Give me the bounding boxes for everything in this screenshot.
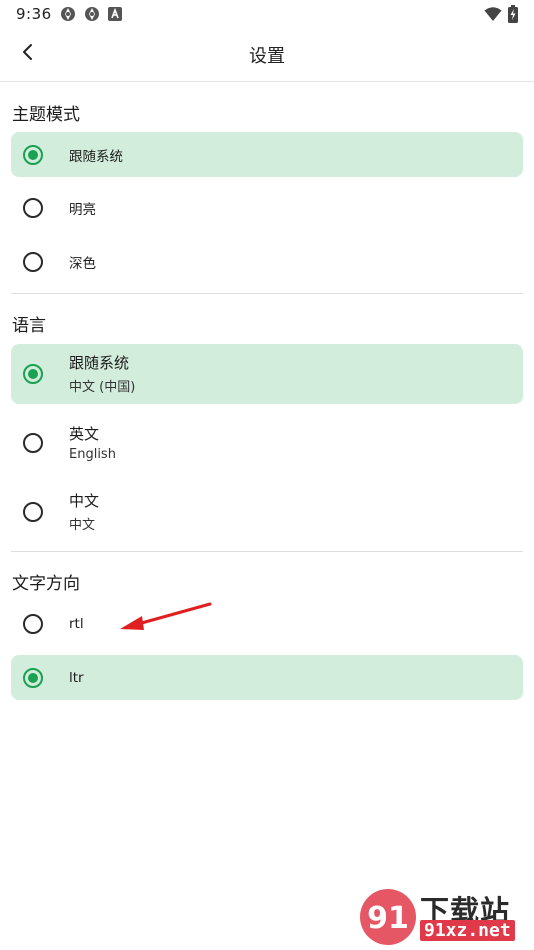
language-option-follow-system[interactable]: 跟随系统 中文 (中国) bbox=[11, 343, 523, 404]
option-label: ltr bbox=[69, 669, 84, 686]
annotation-arrow bbox=[120, 602, 212, 630]
settings-screen: 9:36 设置 主题模式 跟随系统 明亮 深色 语言 跟随系统 中文 (中国) … bbox=[0, 0, 534, 950]
chevron-left-icon bbox=[19, 43, 37, 65]
option-label: rtl bbox=[69, 616, 84, 632]
direction-options: rtl ltr bbox=[11, 602, 523, 709]
theme-options: 跟随系统 明亮 深色 bbox=[11, 132, 523, 293]
radio-selected-dot bbox=[28, 672, 38, 683]
option-label: 跟随系统 bbox=[69, 148, 123, 165]
status-right bbox=[484, 5, 518, 23]
option-sublabel: 中文 (中国) bbox=[69, 380, 136, 395]
theme-option-light[interactable]: 明亮 bbox=[11, 186, 523, 231]
watermark: 91 下载站 91xz.net bbox=[358, 886, 530, 948]
radio-selected-dot bbox=[28, 149, 38, 160]
option-text: 跟随系统 中文 (中国) bbox=[69, 352, 135, 395]
aperture-icon bbox=[84, 6, 100, 22]
option-label: 英文 bbox=[69, 425, 100, 443]
language-option-chinese[interactable]: 中文 中文 bbox=[11, 482, 523, 542]
back-button[interactable] bbox=[10, 36, 46, 72]
svg-text:91: 91 bbox=[367, 901, 409, 936]
font-a-icon bbox=[107, 6, 124, 22]
settings-content: 主题模式 跟随系统 明亮 深色 语言 跟随系统 中文 (中国) 英文 Engli… bbox=[11, 82, 523, 709]
radio-button[interactable] bbox=[23, 251, 43, 272]
radio-button[interactable] bbox=[23, 198, 43, 218]
section-header-text-direction: 文字方向 bbox=[12, 574, 80, 594]
battery-charging-icon bbox=[508, 5, 518, 23]
theme-option-follow-system[interactable]: 跟随系统 bbox=[11, 132, 523, 177]
option-text: 中文 中文 bbox=[69, 490, 99, 533]
option-label: 跟随系统 bbox=[69, 354, 130, 372]
status-bar: 9:36 bbox=[0, 0, 534, 28]
language-option-english[interactable]: 英文 English bbox=[11, 413, 523, 473]
radio-button[interactable] bbox=[23, 144, 43, 165]
app-bar: 设置 bbox=[0, 28, 534, 82]
status-left: 9:36 bbox=[16, 5, 124, 23]
status-time: 9:36 bbox=[16, 5, 52, 23]
section-header-language: 语言 bbox=[12, 316, 46, 336]
theme-option-dark[interactable]: 深色 bbox=[11, 239, 523, 284]
section-header-theme: 主题模式 bbox=[12, 104, 80, 125]
wifi-icon bbox=[484, 6, 502, 22]
radio-selected-dot bbox=[28, 368, 38, 379]
option-sublabel: English bbox=[69, 447, 116, 462]
aperture-icon bbox=[60, 6, 76, 22]
watermark-logo-icon: 91 bbox=[360, 889, 416, 945]
radio-button[interactable] bbox=[23, 614, 43, 634]
direction-option-ltr[interactable]: ltr bbox=[11, 655, 523, 700]
option-label: 中文 bbox=[69, 492, 100, 510]
option-label: 明亮 bbox=[69, 202, 96, 218]
option-text: 英文 English bbox=[69, 423, 116, 462]
watermark-url: 91xz.net bbox=[420, 920, 515, 941]
radio-button[interactable] bbox=[23, 363, 43, 384]
option-label: 深色 bbox=[69, 255, 96, 272]
radio-button[interactable] bbox=[23, 667, 43, 688]
radio-button[interactable] bbox=[23, 501, 43, 522]
page-title: 设置 bbox=[249, 45, 285, 67]
option-sublabel: 中文 bbox=[69, 518, 96, 533]
radio-button[interactable] bbox=[23, 432, 43, 453]
language-options: 跟随系统 中文 (中国) 英文 English 中文 中文 bbox=[11, 343, 523, 551]
direction-option-rtl[interactable]: rtl bbox=[11, 602, 523, 647]
